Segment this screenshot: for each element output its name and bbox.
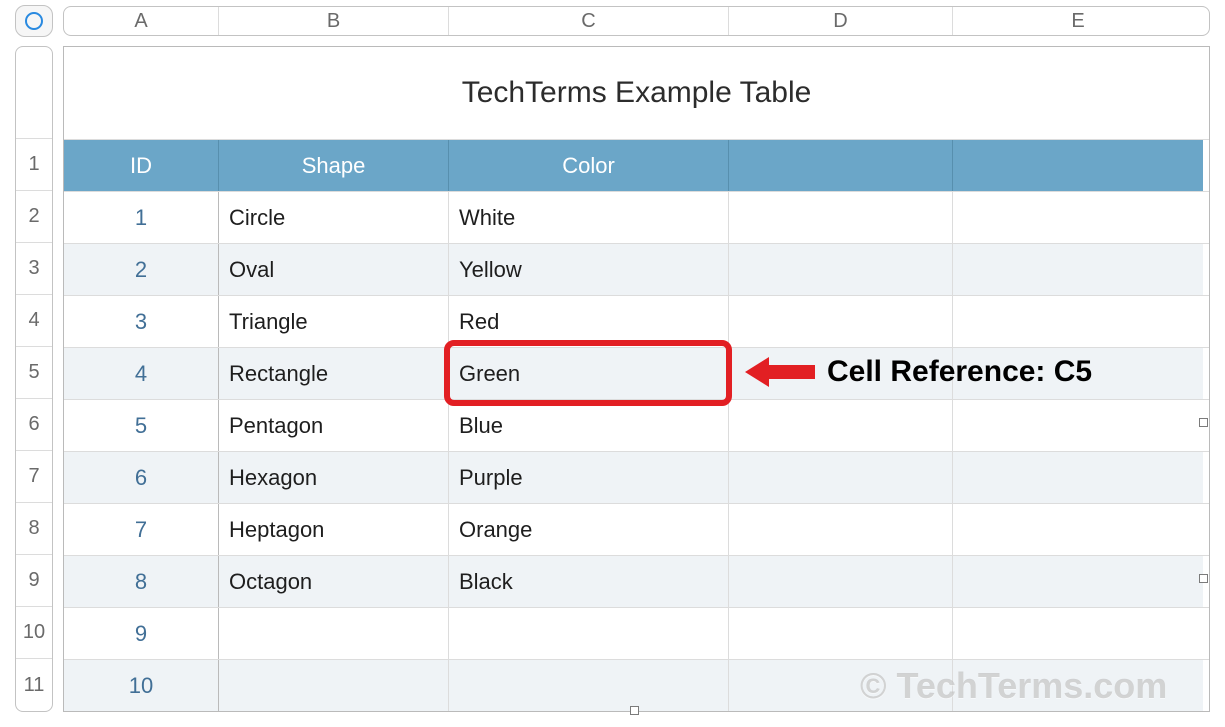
cell-reference-callout: Cell Reference: C5 xyxy=(745,355,1092,389)
cell-D1[interactable] xyxy=(729,140,953,191)
row-header-5[interactable]: 5 xyxy=(16,347,52,399)
row-header-2[interactable]: 2 xyxy=(16,191,52,243)
cell-E8[interactable] xyxy=(953,504,1203,555)
table-row: 1 Circle White xyxy=(64,191,1209,243)
cell-B9[interactable]: Octagon xyxy=(219,556,449,607)
cell-C9[interactable]: Black xyxy=(449,556,729,607)
callout-label: Cell Reference: C5 xyxy=(827,355,1092,389)
cell-C11[interactable] xyxy=(449,660,729,711)
cell-D11[interactable] xyxy=(729,660,953,711)
cell-E11[interactable] xyxy=(953,660,1203,711)
col-header-A[interactable]: A xyxy=(64,7,219,35)
table-row: ID Shape Color xyxy=(64,139,1209,191)
cell-D10[interactable] xyxy=(729,608,953,659)
col-header-B[interactable]: B xyxy=(219,7,449,35)
row-header-8[interactable]: 8 xyxy=(16,503,52,555)
col-header-E[interactable]: E xyxy=(953,7,1203,35)
cell-E2[interactable] xyxy=(953,192,1203,243)
cell-B1[interactable]: Shape xyxy=(219,140,449,191)
cell-B11[interactable] xyxy=(219,660,449,711)
cell-E3[interactable] xyxy=(953,244,1203,295)
col-header-C[interactable]: C xyxy=(449,7,729,35)
cell-C8[interactable]: Orange xyxy=(449,504,729,555)
table-row: 9 xyxy=(64,607,1209,659)
cell-C6[interactable]: Blue xyxy=(449,400,729,451)
selection-handle[interactable] xyxy=(1199,418,1208,427)
row-headers: 1 2 3 4 5 6 7 8 9 10 11 xyxy=(15,46,53,712)
cell-D2[interactable] xyxy=(729,192,953,243)
table-row: 3 Triangle Red xyxy=(64,295,1209,347)
row-header-11[interactable]: 11 xyxy=(16,659,52,711)
cell-B8[interactable]: Heptagon xyxy=(219,504,449,555)
cell-E9[interactable] xyxy=(953,556,1203,607)
table-row: 7 Heptagon Orange xyxy=(64,503,1209,555)
cell-A4[interactable]: 3 xyxy=(64,296,219,347)
cell-C3[interactable]: Yellow xyxy=(449,244,729,295)
cell-E4[interactable] xyxy=(953,296,1203,347)
cell-E1[interactable] xyxy=(953,140,1203,191)
cell-C10[interactable] xyxy=(449,608,729,659)
cell-B3[interactable]: Oval xyxy=(219,244,449,295)
row-header-9[interactable]: 9 xyxy=(16,555,52,607)
row-header-6[interactable]: 6 xyxy=(16,399,52,451)
cell-A7[interactable]: 6 xyxy=(64,452,219,503)
cell-D9[interactable] xyxy=(729,556,953,607)
table-row: 8 Octagon Black xyxy=(64,555,1209,607)
col-header-D[interactable]: D xyxy=(729,7,953,35)
cell-A5[interactable]: 4 xyxy=(64,348,219,399)
cell-D7[interactable] xyxy=(729,452,953,503)
row-header-4[interactable]: 4 xyxy=(16,295,52,347)
cell-C1[interactable]: Color xyxy=(449,140,729,191)
cell-D3[interactable] xyxy=(729,244,953,295)
cell-D4[interactable] xyxy=(729,296,953,347)
cell-B10[interactable] xyxy=(219,608,449,659)
column-headers: A B C D E xyxy=(63,6,1210,36)
cell-D6[interactable] xyxy=(729,400,953,451)
cell-E10[interactable] xyxy=(953,608,1203,659)
cell-A11[interactable]: 10 xyxy=(64,660,219,711)
cell-A9[interactable]: 8 xyxy=(64,556,219,607)
row-header-10[interactable]: 10 xyxy=(16,607,52,659)
cell-B6[interactable]: Pentagon xyxy=(219,400,449,451)
cell-B7[interactable]: Hexagon xyxy=(219,452,449,503)
cell-B2[interactable]: Circle xyxy=(219,192,449,243)
row-header-title-spacer[interactable] xyxy=(16,47,52,139)
table-row: 5 Pentagon Blue xyxy=(64,399,1209,451)
origin-corner[interactable] xyxy=(15,5,53,37)
row-header-7[interactable]: 7 xyxy=(16,451,52,503)
cell-A2[interactable]: 1 xyxy=(64,192,219,243)
select-all-icon xyxy=(25,12,43,30)
table-row: 2 Oval Yellow xyxy=(64,243,1209,295)
selection-handle[interactable] xyxy=(1199,574,1208,583)
cell-C2[interactable]: White xyxy=(449,192,729,243)
selection-handle[interactable] xyxy=(630,706,639,715)
cell-B5[interactable]: Rectangle xyxy=(219,348,449,399)
arrow-left-icon xyxy=(745,355,815,389)
table-row: 6 Hexagon Purple xyxy=(64,451,1209,503)
cell-B4[interactable]: Triangle xyxy=(219,296,449,347)
cell-A8[interactable]: 7 xyxy=(64,504,219,555)
cell-A6[interactable]: 5 xyxy=(64,400,219,451)
cell-A10[interactable]: 9 xyxy=(64,608,219,659)
table-row: 10 xyxy=(64,659,1209,711)
cell-C5[interactable]: Green xyxy=(449,348,729,399)
row-header-3[interactable]: 3 xyxy=(16,243,52,295)
cell-C4[interactable]: Red xyxy=(449,296,729,347)
cell-A3[interactable]: 2 xyxy=(64,244,219,295)
cell-A1[interactable]: ID xyxy=(64,140,219,191)
cell-C7[interactable]: Purple xyxy=(449,452,729,503)
cell-E7[interactable] xyxy=(953,452,1203,503)
table-title[interactable]: TechTerms Example Table xyxy=(64,47,1209,139)
row-header-1[interactable]: 1 xyxy=(16,139,52,191)
cell-D8[interactable] xyxy=(729,504,953,555)
cell-E6[interactable] xyxy=(953,400,1203,451)
